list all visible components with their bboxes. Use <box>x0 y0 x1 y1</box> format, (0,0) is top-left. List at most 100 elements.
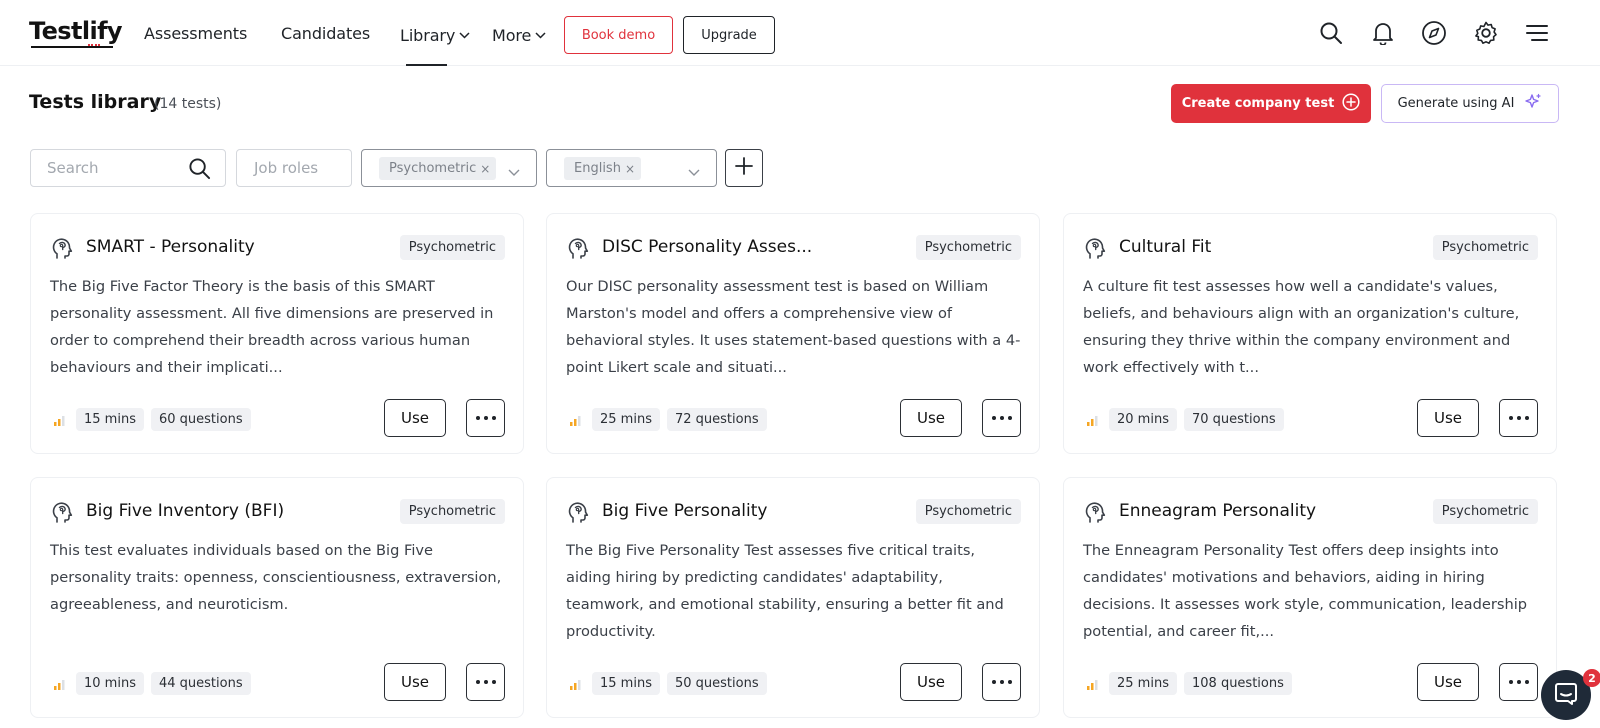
use-button[interactable]: Use <box>384 663 446 701</box>
card-footer: 20 mins 70 questions Use <box>1083 399 1556 437</box>
questions-chip: 72 questions <box>667 408 767 431</box>
nav-library[interactable]: Library <box>400 24 470 45</box>
dot <box>1524 680 1529 684</box>
chat-icon <box>1553 680 1579 711</box>
test-card[interactable]: Cultural Fit Psychometric A culture fit … <box>1063 213 1557 454</box>
sparkle-icon <box>1524 93 1542 115</box>
duration-chip: 20 mins <box>1109 408 1177 431</box>
card-title[interactable]: Cultural Fit <box>1119 237 1211 257</box>
use-button[interactable]: Use <box>384 399 446 437</box>
card-footer: 25 mins 72 questions Use <box>566 399 1039 437</box>
upgrade-button[interactable]: Upgrade <box>683 16 775 54</box>
card-footer: 15 mins 50 questions Use <box>566 663 1039 701</box>
bell-icon[interactable] <box>1370 20 1396 46</box>
dot <box>1007 680 1012 684</box>
questions-chip: 70 questions <box>1184 408 1284 431</box>
card-description: A culture fit test assesses how well a c… <box>1083 278 1520 376</box>
compass-icon[interactable] <box>1421 20 1447 46</box>
test-type-select[interactable]: Psychometric × <box>361 149 537 187</box>
job-roles-placeholder: Job roles <box>254 159 319 177</box>
language-select[interactable]: English × <box>546 149 717 187</box>
nav-assessments[interactable]: Assessments <box>144 24 247 43</box>
more-options-button[interactable] <box>466 399 505 437</box>
menu-icon[interactable] <box>1524 20 1550 46</box>
use-button[interactable]: Use <box>900 663 962 701</box>
difficulty-level-icon <box>569 678 581 690</box>
category-badge: Psychometric <box>1432 499 1538 524</box>
more-options-button[interactable] <box>982 399 1021 437</box>
remove-chip-icon[interactable]: × <box>625 162 635 176</box>
duration-chip: 25 mins <box>592 408 660 431</box>
create-company-test-button[interactable]: Create company test <box>1171 84 1371 123</box>
card-title[interactable]: DISC Personality Asses... <box>602 237 812 257</box>
card-footer: 15 mins 60 questions Use <box>50 399 523 437</box>
chevron-down-icon[interactable] <box>508 163 520 181</box>
difficulty-level-icon <box>1086 678 1098 690</box>
search-input[interactable]: Search <box>30 149 226 187</box>
search-placeholder: Search <box>47 159 99 177</box>
brain-head-icon <box>50 236 74 260</box>
card-title[interactable]: Enneagram Personality <box>1119 501 1316 521</box>
chevron-down-icon[interactable] <box>688 163 700 181</box>
duration-chip: 15 mins <box>76 408 144 431</box>
add-filter-button[interactable] <box>725 149 763 187</box>
questions-chip: 108 questions <box>1184 672 1292 695</box>
more-options-button[interactable] <box>982 663 1021 701</box>
category-badge: Psychometric <box>915 499 1021 524</box>
search-icon[interactable] <box>1318 20 1344 46</box>
dot <box>475 416 480 420</box>
more-options-button[interactable] <box>1499 663 1538 701</box>
category-badge: Psychometric <box>399 499 505 524</box>
logo-underline <box>31 46 113 48</box>
top-navigation: Testlify Assessments Candidates Library … <box>0 0 1600 66</box>
book-demo-button[interactable]: Book demo <box>564 16 673 54</box>
nav-candidates[interactable]: Candidates <box>281 24 370 43</box>
remove-chip-icon[interactable]: × <box>480 162 490 176</box>
english-chip-label: English <box>574 161 621 176</box>
more-options-button[interactable] <box>466 663 505 701</box>
questions-chip: 60 questions <box>151 408 251 431</box>
card-footer: 10 mins 44 questions Use <box>50 663 523 701</box>
psychometric-chip: Psychometric × <box>379 157 497 180</box>
duration-chip: 15 mins <box>592 672 660 695</box>
dot <box>491 416 496 420</box>
generate-using-ai-button[interactable]: Generate using AI <box>1381 84 1559 123</box>
dot <box>999 680 1004 684</box>
difficulty-level-icon <box>53 414 65 426</box>
test-card[interactable]: Big Five Personality Psychometric The Bi… <box>546 477 1040 718</box>
card-title[interactable]: Big Five Inventory (BFI) <box>86 501 284 521</box>
use-button[interactable]: Use <box>1417 399 1479 437</box>
search-icon[interactable] <box>188 157 211 184</box>
duration-chip: 10 mins <box>76 672 144 695</box>
more-options-button[interactable] <box>1499 399 1538 437</box>
difficulty-level-icon <box>1086 414 1098 426</box>
nav-more[interactable]: More <box>492 24 546 45</box>
dot <box>1524 416 1529 420</box>
test-card[interactable]: DISC Personality Asses... Psychometric O… <box>546 213 1040 454</box>
nav-active-indicator <box>406 64 447 66</box>
use-button[interactable]: Use <box>900 399 962 437</box>
use-button[interactable]: Use <box>1417 663 1479 701</box>
chevron-down-icon <box>459 24 470 43</box>
testlify-logo[interactable]: Testlify <box>29 17 123 45</box>
card-title[interactable]: SMART - Personality <box>86 237 255 257</box>
dot <box>483 680 488 684</box>
nav-more-label: More <box>492 26 532 45</box>
test-card[interactable]: SMART - Personality Psychometric The Big… <box>30 213 524 454</box>
card-footer: 25 mins 108 questions Use <box>1083 663 1556 701</box>
dot <box>491 680 496 684</box>
create-company-test-label: Create company test <box>1181 96 1335 111</box>
card-title[interactable]: Big Five Personality <box>602 501 767 521</box>
test-card[interactable]: Enneagram Personality Psychometric The E… <box>1063 477 1557 718</box>
dot <box>483 416 488 420</box>
card-description: This test evaluates individuals based on… <box>50 542 502 613</box>
dot <box>1007 416 1012 420</box>
brain-head-icon <box>566 236 590 260</box>
job-roles-input[interactable]: Job roles <box>236 149 352 187</box>
test-card[interactable]: Big Five Inventory (BFI) Psychometric Th… <box>30 477 524 718</box>
gear-icon[interactable] <box>1473 20 1499 46</box>
generate-using-ai-label: Generate using AI <box>1397 96 1515 111</box>
dot <box>1508 680 1513 684</box>
category-badge: Psychometric <box>1432 235 1538 260</box>
difficulty-level-icon <box>53 678 65 690</box>
